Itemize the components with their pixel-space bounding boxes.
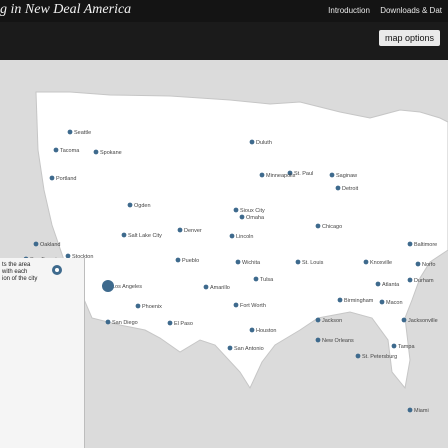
city-label: Omaha — [246, 215, 265, 221]
city-label: Seattle — [74, 130, 91, 136]
city-marker[interactable] — [363, 259, 369, 265]
city-label: St. Paul — [294, 171, 313, 177]
city-marker[interactable] — [53, 147, 59, 153]
city-marker[interactable] — [239, 214, 245, 220]
city-marker[interactable] — [105, 319, 111, 325]
city-marker[interactable] — [175, 257, 181, 263]
city-marker[interactable] — [127, 202, 133, 208]
city-label: Spokane — [100, 150, 122, 156]
city-marker[interactable] — [315, 317, 321, 323]
city-marker[interactable] — [233, 207, 239, 213]
info-panel: ts the area with each ion of the city — [0, 258, 85, 448]
city-label: Fort Worth — [240, 303, 266, 309]
city-label: Tulsa — [260, 277, 274, 283]
city-marker[interactable] — [233, 302, 239, 308]
city-label: Norfo — [422, 262, 435, 268]
city-label: Jackson — [322, 318, 342, 324]
city-label: Pueblo — [182, 258, 199, 264]
city-marker[interactable] — [375, 281, 381, 287]
city-marker[interactable] — [337, 297, 343, 303]
city-label: Phoenix — [142, 304, 162, 310]
city-label: Duluth — [256, 140, 272, 146]
city-marker[interactable] — [259, 172, 265, 178]
city-label: Durham — [414, 278, 434, 284]
city-marker[interactable] — [407, 407, 413, 413]
city-label: Wichita — [242, 260, 261, 266]
city-marker[interactable] — [135, 303, 141, 309]
city-marker[interactable] — [295, 259, 301, 265]
city-marker[interactable] — [253, 276, 259, 282]
city-label: Ogden — [134, 203, 151, 209]
city-marker[interactable] — [93, 149, 99, 155]
city-marker[interactable] — [401, 317, 407, 323]
city-marker[interactable] — [121, 232, 127, 238]
city-label: Oakland — [40, 242, 61, 248]
city-marker[interactable] — [391, 343, 397, 349]
city-label: Minneapolis — [266, 173, 296, 179]
city-label: Chicago — [322, 224, 342, 230]
city-marker[interactable] — [177, 227, 183, 233]
city-marker[interactable] — [102, 280, 114, 292]
city-marker[interactable] — [407, 277, 413, 283]
city-label: San Antonio — [234, 346, 264, 352]
nav-introduction[interactable]: Introduction — [328, 6, 370, 15]
city-label: Detroit — [342, 186, 359, 192]
city-label: Knoxville — [370, 260, 392, 266]
city-marker[interactable] — [335, 185, 341, 191]
city-label: San Diego — [112, 320, 138, 326]
city-marker[interactable] — [407, 241, 413, 247]
city-marker[interactable] — [229, 233, 235, 239]
city-marker[interactable] — [249, 139, 255, 145]
location-pin-icon[interactable] — [52, 265, 62, 275]
panel-text: ts the area with each ion of the city — [2, 262, 38, 282]
city-marker[interactable] — [315, 337, 321, 343]
city-marker[interactable] — [203, 284, 209, 290]
city-label: Los Angeles — [112, 284, 142, 290]
city-label: Denver — [184, 228, 202, 234]
city-marker[interactable] — [329, 172, 335, 178]
city-marker[interactable] — [167, 320, 173, 326]
city-label: Salt Lake City — [128, 233, 162, 239]
city-label: Tampa — [398, 344, 415, 350]
city-marker[interactable] — [49, 175, 55, 181]
city-label: Lincoln — [236, 234, 253, 240]
city-label: Portland — [56, 176, 77, 182]
city-label: Miami — [414, 408, 429, 414]
city-marker[interactable] — [227, 345, 233, 351]
city-label: St. Louis — [302, 260, 324, 266]
top-nav: Introduction Downloads & Dat — [320, 6, 442, 15]
city-label: New Orleans — [322, 338, 354, 344]
city-marker[interactable] — [249, 327, 255, 333]
nav-downloads[interactable]: Downloads & Dat — [380, 6, 442, 15]
city-label: Amarillo — [210, 285, 230, 291]
city-label: Birmingham — [344, 298, 374, 304]
city-label: Macon — [386, 300, 403, 306]
city-label: El Paso — [174, 321, 193, 327]
city-label: Jacksonville — [408, 318, 438, 324]
city-marker[interactable] — [33, 241, 39, 247]
city-label: Saginaw — [336, 173, 357, 179]
map-options-button[interactable]: map options — [378, 30, 440, 46]
city-marker[interactable] — [315, 223, 321, 229]
city-marker[interactable] — [379, 299, 385, 305]
top-bar: g in New Deal America Introduction Downl… — [0, 0, 448, 22]
city-label: St. Petersburg — [362, 354, 397, 360]
city-marker[interactable] — [67, 129, 73, 135]
city-label: Atlanta — [382, 282, 400, 288]
city-marker[interactable] — [415, 261, 421, 267]
city-marker[interactable] — [235, 259, 241, 265]
city-label: Tacoma — [60, 148, 80, 154]
city-marker[interactable] — [355, 353, 361, 359]
city-label: Sioux City — [240, 208, 265, 214]
us-landmass — [35, 91, 448, 390]
city-label: Houston — [256, 328, 277, 334]
site-title: g in New Deal America — [0, 2, 132, 17]
city-label: Baltimore — [414, 242, 437, 248]
